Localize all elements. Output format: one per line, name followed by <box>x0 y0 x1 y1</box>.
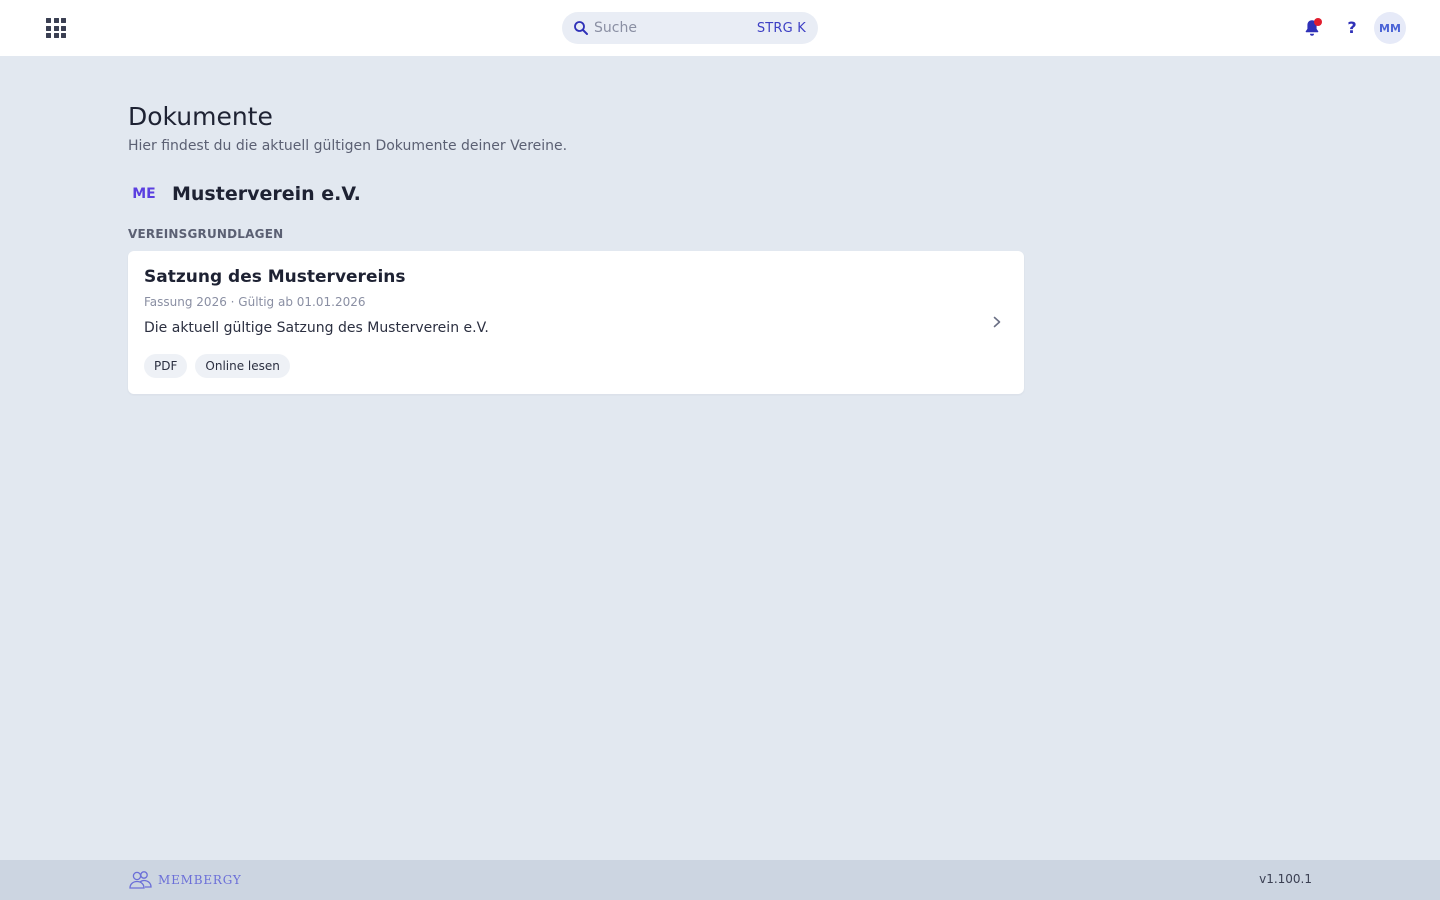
membergy-logo[interactable]: MEMBERGY <box>128 870 242 890</box>
tag-online-lesen[interactable]: Online lesen <box>195 354 290 378</box>
logo-text: MEMBERGY <box>158 873 242 887</box>
footer: MEMBERGY v1.100.1 <box>0 860 1440 900</box>
chevron-right-icon <box>993 316 1001 328</box>
notifications-button[interactable] <box>1301 17 1323 39</box>
help-button[interactable]: ? <box>1342 16 1362 40</box>
club-badge: ME <box>132 186 156 202</box>
search-input[interactable] <box>594 20 757 36</box>
search-icon <box>574 21 588 35</box>
notification-dot <box>1314 18 1322 26</box>
document-tags: PDF Online lesen <box>144 354 290 378</box>
club-header: ME Musterverein e.V. <box>128 180 361 208</box>
membergy-logo-icon <box>129 871 152 889</box>
document-title: Satzung des Mustervereins <box>144 267 406 287</box>
club-name: Musterverein e.V. <box>172 183 361 205</box>
document-meta: Fassung 2026 · Gültig ab 01.01.2026 <box>144 295 366 309</box>
tag-pdf[interactable]: PDF <box>144 354 188 378</box>
search-shortcut-hint: STRG K <box>756 20 806 36</box>
document-description: Die aktuell gültige Satzung des Musterve… <box>144 320 489 336</box>
section-label: VEREINSGRUNDLAGEN <box>128 227 284 241</box>
avatar[interactable]: MM <box>1374 12 1406 44</box>
document-card[interactable]: Satzung des Mustervereins Fassung 2026 ·… <box>128 251 1024 394</box>
page-title: Dokumente <box>128 102 273 131</box>
app-version: v1.100.1 <box>1259 872 1312 886</box>
search-bar[interactable]: STRG K <box>562 12 818 44</box>
top-bar: STRG K ? MM <box>0 0 1440 56</box>
app-grid-icon[interactable] <box>44 16 68 40</box>
page-subtitle: Hier findest du die aktuell gültigen Dok… <box>128 138 568 154</box>
